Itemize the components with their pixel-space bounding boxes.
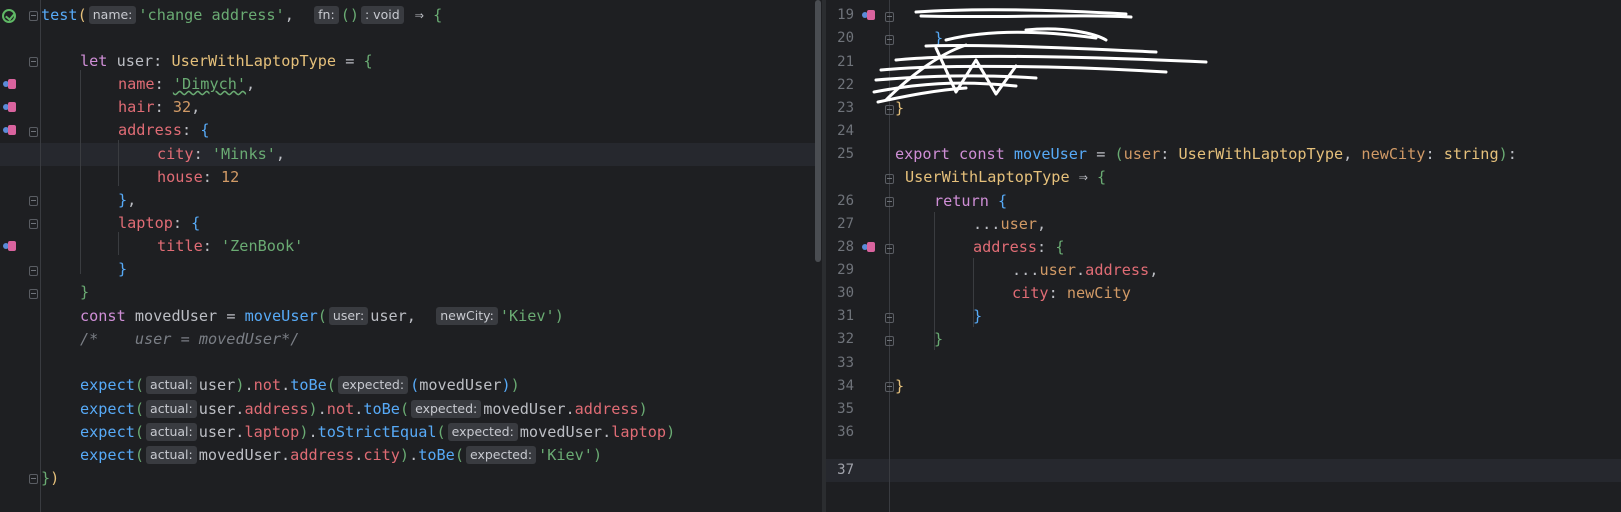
test-name: 'change address' [138, 6, 285, 24]
fold-toggle-icon[interactable] [29, 219, 38, 229]
code-line: address: { [118, 121, 210, 139]
line-number: 26 [837, 193, 854, 209]
current-line-highlight [826, 459, 1621, 482]
code-line: city: 'Minks', [157, 145, 286, 163]
vertical-scrollbar[interactable] [815, 0, 821, 262]
redaction-scribble [872, 8, 1208, 104]
implementation-marker-icon[interactable] [3, 125, 16, 136]
code-line: test(name:'change address', fn:(): void … [41, 6, 443, 24]
fold-toggle-icon[interactable] [29, 289, 38, 299]
implementation-marker-icon[interactable] [3, 102, 16, 113]
indent-guide [118, 140, 119, 186]
code-line: let user: UserWithLaptopType = { [80, 52, 373, 70]
fold-toggle-icon[interactable] [29, 474, 38, 484]
line-number: 31 [837, 308, 854, 324]
line-number: 35 [837, 401, 854, 417]
right-editor-pane[interactable]: 19 20 21 22 23 24 25 26 27 28 29 30 31 3… [826, 0, 1621, 512]
implementation-marker-icon[interactable] [3, 79, 16, 90]
fold-toggle-icon[interactable] [29, 127, 38, 137]
code-line: } [934, 330, 944, 348]
line-number: 25 [837, 146, 854, 162]
line-number: 29 [837, 262, 854, 278]
code-comment: /* user = movedUser*/ [80, 330, 300, 348]
code-line: address: { [973, 238, 1065, 256]
line-number: 37 [837, 462, 854, 478]
implementation-marker-icon[interactable] [862, 242, 875, 253]
line-number: 30 [837, 285, 854, 301]
code-line: ...user.address, [1012, 261, 1159, 279]
line-number: 33 [837, 355, 854, 371]
fold-toggle-icon[interactable] [885, 382, 894, 392]
code-line: }) [41, 469, 60, 487]
code-line: expect(actual: user.laptop).toStrictEqual… [80, 423, 676, 441]
code-line: } [973, 307, 983, 325]
test-passed-icon[interactable] [2, 9, 16, 23]
code-line: } [895, 377, 905, 395]
current-line-highlight [0, 143, 815, 166]
fold-toggle-icon[interactable] [885, 174, 894, 184]
code-line: } [80, 283, 90, 301]
code-line: house: 12 [157, 168, 240, 186]
code-line: title: 'ZenBook' [157, 237, 304, 255]
code-line: UserWithLaptopType ⇒ { [905, 168, 1107, 186]
fold-toggle-icon[interactable] [885, 336, 894, 346]
code-line: city: newCity [1012, 284, 1131, 302]
fold-toggle-icon[interactable] [29, 196, 38, 206]
line-number: 24 [837, 123, 854, 139]
line-number: 32 [837, 331, 854, 347]
code-line: export const moveUser = (user: UserWithL… [895, 145, 1517, 163]
line-number: 28 [837, 239, 854, 255]
implementation-marker-icon[interactable] [3, 241, 16, 252]
param-hint: newCity: [436, 307, 498, 325]
fold-toggle-icon[interactable] [29, 11, 38, 21]
code-line: }, [118, 191, 137, 209]
left-editor-pane[interactable]: test(name:'change address', fn:(): void … [0, 0, 822, 512]
fold-toggle-icon[interactable] [885, 244, 894, 254]
indent-guide [118, 232, 119, 255]
code-line: } [118, 260, 128, 278]
indent-guide [80, 70, 81, 274]
fold-toggle-icon[interactable] [29, 266, 38, 276]
code-line: return { [934, 192, 1008, 210]
code-line: name: 'Dimych', [118, 75, 256, 93]
param-hint: user: [328, 307, 369, 325]
code-line: expect(actual: user).not.toBe(expected: (m… [80, 376, 520, 394]
type-hint: : void [361, 6, 404, 24]
code-line: expect(actual: movedUser.address.city).to… [80, 446, 603, 464]
code-line: hair: 32, [118, 98, 201, 116]
line-number: 34 [837, 378, 854, 394]
code-line: laptop: { [118, 214, 201, 232]
code-line: const movedUser = moveUser(user: user, ne… [80, 307, 564, 325]
fold-toggle-icon[interactable] [29, 57, 38, 67]
param-hint: name: [88, 6, 137, 24]
line-number: 36 [837, 424, 854, 440]
fold-toggle-icon[interactable] [885, 313, 894, 323]
code-line: ...user, [973, 215, 1047, 233]
left-gutter-separator [40, 0, 41, 512]
line-number: 27 [837, 216, 854, 232]
fold-toggle-icon[interactable] [885, 197, 894, 207]
param-hint: fn: [314, 6, 339, 24]
code-line: expect(actual: user.address).not.toBe(exp… [80, 400, 648, 418]
